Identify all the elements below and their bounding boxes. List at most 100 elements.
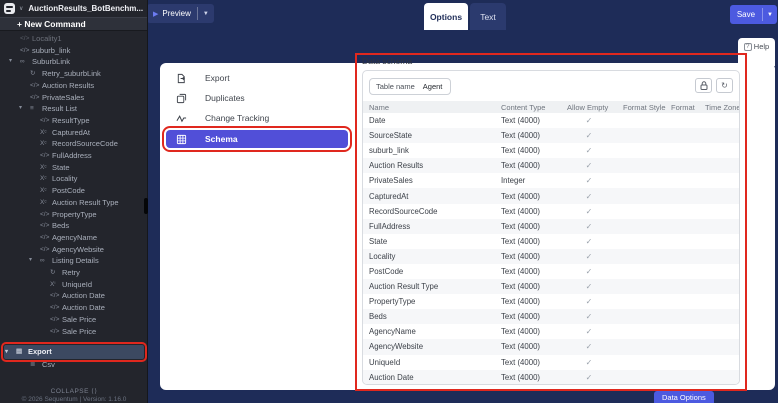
lock-button[interactable] [695, 78, 712, 93]
save-button[interactable]: Save ▼ [730, 5, 777, 24]
tree-item-auction-date[interactable]: </>Auction Date [0, 290, 148, 302]
allow-empty-check: ✓ [561, 161, 617, 170]
transform-i-icon: Xⁱ [50, 279, 62, 291]
panel-resize-handle[interactable] [144, 198, 148, 214]
schema-row-uniqueid[interactable]: UniqueIdText (4000)✓ [363, 355, 739, 370]
tree-item-fulladdress[interactable]: </>FullAddress [0, 150, 148, 162]
tree-item-locality[interactable]: XᶜLocality [0, 173, 148, 185]
chevron-expanded-icon[interactable]: ▾ [9, 56, 17, 68]
tree-item-label: Auction Date [62, 302, 148, 314]
allow-empty-check: ✓ [561, 267, 617, 276]
tree-item-locality1[interactable]: </>Locality1 [0, 33, 148, 45]
menu-item-change-tracking[interactable]: Change Tracking [166, 110, 348, 126]
chevron-expanded-icon[interactable]: ▾ [29, 255, 37, 267]
list-icon: ≡ [30, 103, 42, 115]
schema-row-agencywebsite[interactable]: AgencyWebsiteText (4000)✓ [363, 339, 739, 354]
tree-item-agencywebsite[interactable]: </>AgencyWebsite [0, 244, 148, 256]
schema-row-auction-result-type[interactable]: Auction Result TypeText (4000)✓ [363, 279, 739, 294]
tree-item-privatesales[interactable]: </>PrivateSales [0, 92, 148, 104]
transform-icon: Xᶜ [40, 197, 52, 209]
tree-item-label: Beds [52, 220, 148, 232]
tree-item-result-list[interactable]: ▾≡Result List [0, 103, 148, 115]
tree-item-retry[interactable]: ↻Retry [0, 267, 148, 279]
cell-name: Auction Results [363, 161, 495, 170]
tab-text[interactable]: Text [470, 3, 506, 30]
schema-row-recordsourcecode[interactable]: RecordSourceCodeText (4000)✓ [363, 204, 739, 219]
tree-item-suburb-link[interactable]: </>suburb_link [0, 45, 148, 57]
schema-row-sourcestate[interactable]: SourceStateText (4000)✓ [363, 128, 739, 143]
refresh-button[interactable]: ↻ [716, 78, 733, 93]
cell-name: AgencyName [363, 327, 495, 336]
code-icon: </> [20, 45, 32, 57]
tree-item-csv[interactable]: ≣Csv [0, 359, 148, 371]
chevron-down-icon[interactable]: ▼ [198, 11, 214, 17]
code-icon: </> [20, 33, 32, 45]
tree-item-resulttype[interactable]: </>ResultType [0, 115, 148, 127]
help-icon: ? [744, 43, 752, 51]
schema-row-auction-date[interactable]: Auction DateText (4000)✓ [363, 370, 739, 385]
tree-item-label: Sale Price [62, 314, 148, 326]
preview-button[interactable]: ▶ Preview ▼ [147, 4, 214, 23]
help-chip[interactable]: ? Help [738, 38, 775, 66]
schema-row-agencyname[interactable]: AgencyNameText (4000)✓ [363, 324, 739, 339]
menu-item-duplicates[interactable]: Duplicates [166, 90, 348, 106]
tree-item-label: ResultType [52, 115, 148, 127]
data-schema-title: Data schema [362, 56, 412, 66]
tree-item-uniqueid[interactable]: XⁱUniqueId [0, 279, 148, 291]
schema-row-auction-results[interactable]: Auction ResultsText (4000)✓ [363, 158, 739, 173]
schema-row-date[interactable]: DateText (4000)✓ [363, 113, 739, 128]
data-options-button[interactable]: Data Options [654, 391, 714, 403]
tree-item-recordsourcecode[interactable]: XᶜRecordSourceCode [0, 138, 148, 150]
table-name-value[interactable]: Agent [421, 82, 451, 91]
chevron-down-icon[interactable]: ▼ [763, 12, 777, 18]
schema-row-privatesales[interactable]: PrivateSalesInteger✓ [363, 173, 739, 188]
tree-item-agencyname[interactable]: </>AgencyName [0, 232, 148, 244]
tab-options[interactable]: Options [424, 3, 468, 30]
allow-empty-check: ✓ [561, 342, 617, 351]
code-icon: </> [50, 326, 62, 338]
cell-content-type: Text (4000) [495, 327, 561, 336]
tree-item-label: UniqueId [62, 279, 148, 291]
tree-item-auction-results[interactable]: </>Auction Results [0, 80, 148, 92]
schema-table-rows: DateText (4000)✓SourceStateText (4000)✓s… [363, 113, 739, 385]
schema-row-beds[interactable]: BedsText (4000)✓ [363, 309, 739, 324]
cell-content-type: Text (4000) [495, 116, 561, 125]
chevron-down-icon[interactable]: ∨ [19, 5, 23, 12]
schema-row-postcode[interactable]: PostCodeText (4000)✓ [363, 264, 739, 279]
tree-item-postcode[interactable]: XᶜPostCode [0, 185, 148, 197]
schema-row-propertytype[interactable]: PropertyTypeText (4000)✓ [363, 294, 739, 309]
tree-item-label: AgencyName [52, 232, 148, 244]
tree-item-listing-details[interactable]: ▾∞Listing Details [0, 255, 148, 267]
chevron-expanded-icon[interactable]: ▾ [19, 103, 27, 115]
new-command-button[interactable]: + New Command [0, 17, 147, 31]
schema-row-locality[interactable]: LocalityText (4000)✓ [363, 249, 739, 264]
app-window: ▶ Preview ▼ Options Text Save ▼ ∨ Auctio… [0, 0, 778, 403]
schema-row-suburb-link[interactable]: suburb_linkText (4000)✓ [363, 143, 739, 158]
tree-item-auction-result-type[interactable]: XᶜAuction Result Type [0, 197, 148, 209]
code-icon: </> [40, 115, 52, 127]
chevron-expanded-icon[interactable]: ▾ [5, 345, 13, 359]
schema-row-fulladdress[interactable]: FullAddressText (4000)✓ [363, 219, 739, 234]
tree-item-sale-price[interactable]: </>Sale Price [0, 326, 148, 338]
cell-content-type: Text (4000) [495, 222, 561, 231]
collapse-button[interactable]: COLLAPSE ⟨⟩ [0, 387, 148, 395]
tree-item-export[interactable]: ▾▤Export [4, 345, 144, 359]
tree-item-label: RecordSourceCode [52, 138, 148, 150]
column-header-name: Name [363, 103, 495, 112]
cell-name: AgencyWebsite [363, 342, 495, 351]
tree-item-state[interactable]: XᶜState [0, 162, 148, 174]
menu-item-export[interactable]: Export [166, 70, 348, 86]
app-logo[interactable] [4, 3, 15, 14]
tree-item-label: Csv [42, 359, 148, 371]
tree-item-auction-date[interactable]: </>Auction Date [0, 302, 148, 314]
schema-row-state[interactable]: StateText (4000)✓ [363, 234, 739, 249]
menu-item-schema[interactable]: Schema [166, 130, 348, 148]
transform-icon: Xᶜ [40, 138, 52, 150]
tree-item-propertytype[interactable]: </>PropertyType [0, 209, 148, 221]
tree-item-retry-suburblink[interactable]: ↻Retry_suburbLink [0, 68, 148, 80]
schema-row-capturedat[interactable]: CapturedAtText (4000)✓ [363, 188, 739, 203]
tree-item-suburblink[interactable]: ▾∞SuburbLink [0, 56, 148, 68]
tree-item-sale-price[interactable]: </>Sale Price [0, 314, 148, 326]
tree-item-capturedat[interactable]: XᶜCapturedAt [0, 127, 148, 139]
tree-item-beds[interactable]: </>Beds [0, 220, 148, 232]
